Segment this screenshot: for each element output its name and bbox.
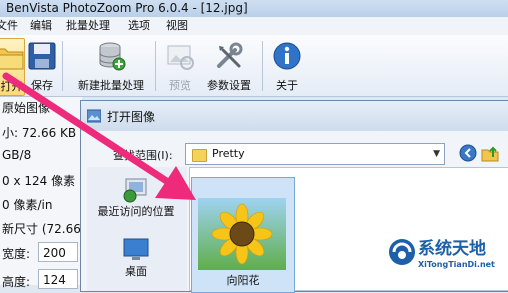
menu-view[interactable]: 视图 bbox=[166, 17, 188, 35]
open-label: 打开 bbox=[0, 80, 23, 93]
image-info-panel: 原始图像 小: 72.66 KB GB/8 0 x 124 像素 0 像素/in… bbox=[0, 97, 82, 289]
save-button[interactable]: 保存 bbox=[26, 38, 58, 94]
original-image-heading: 原始图像 bbox=[2, 101, 51, 115]
places-bar: 最近访问的位置 桌面 bbox=[87, 167, 187, 291]
place-recent[interactable]: 最近访问的位置 bbox=[87, 175, 185, 219]
desktop-label: 桌面 bbox=[125, 265, 147, 278]
place-desktop[interactable]: 桌面 bbox=[87, 237, 185, 279]
window-titlebar: BenVista PhotoZoom Pro 6.0.4 - [12.jpg] bbox=[0, 0, 508, 17]
folder-icon bbox=[192, 149, 207, 162]
recent-places-label: 最近访问的位置 bbox=[97, 205, 175, 218]
info-icon bbox=[273, 42, 301, 70]
tools-icon bbox=[217, 42, 243, 68]
preview-image-icon bbox=[167, 45, 194, 70]
menu-file[interactable]: 文件 bbox=[0, 17, 18, 35]
toolbar-separator bbox=[262, 41, 263, 91]
width-input[interactable]: 200 bbox=[38, 242, 78, 262]
color-mode: GB/8 bbox=[2, 148, 32, 162]
dialog-title: 打开图像 bbox=[107, 110, 156, 124]
open-folder-icon bbox=[0, 48, 24, 70]
window-title: BenVista PhotoZoom Pro 6.0.4 - [12.jpg] bbox=[6, 1, 248, 15]
menu-batch[interactable]: 批量处理 bbox=[66, 17, 110, 35]
database-icon bbox=[99, 42, 126, 71]
toolbar-separator bbox=[155, 41, 156, 91]
sunflower-thumbnail bbox=[198, 198, 286, 270]
chevron-down-icon: ▼ bbox=[433, 149, 440, 159]
back-arrow-icon[interactable] bbox=[459, 144, 477, 162]
settings-label: 参数设置 bbox=[207, 79, 251, 92]
preview-label: 预览 bbox=[169, 79, 191, 92]
recent-places-icon bbox=[123, 178, 147, 203]
desktop-icon bbox=[123, 238, 149, 260]
app-icon bbox=[87, 109, 101, 123]
watermark: 系统天地 XiTongTianDi.net bbox=[388, 232, 508, 285]
look-in-value: Pretty bbox=[212, 147, 245, 160]
save-label: 保存 bbox=[31, 79, 53, 92]
about-button[interactable]: 关于 bbox=[270, 38, 304, 94]
watermark-name: 系统天地 bbox=[418, 239, 486, 259]
about-label: 关于 bbox=[276, 79, 298, 92]
toolbar-separator bbox=[62, 41, 63, 91]
preview-button[interactable]: 预览 bbox=[160, 38, 200, 94]
new-size-heading: 新尺寸 (72.66 bbox=[2, 222, 81, 236]
watermark-url: XiTongTianDi.net bbox=[418, 260, 495, 269]
height-input[interactable]: 124 bbox=[38, 269, 78, 289]
open-button[interactable]: 打开 bbox=[0, 38, 25, 96]
file-name: 向阳花 bbox=[226, 274, 260, 287]
up-folder-icon[interactable] bbox=[481, 144, 499, 162]
look-in-dropdown[interactable]: Pretty ▼ bbox=[185, 143, 445, 165]
width-label: 宽度: bbox=[2, 247, 31, 261]
settings-button[interactable]: 参数设置 bbox=[202, 38, 256, 94]
file-item-selected[interactable]: 向阳花 bbox=[191, 177, 295, 293]
menu-options[interactable]: 选项 bbox=[128, 17, 150, 35]
dialog-titlebar: 打开图像 bbox=[81, 101, 508, 131]
file-size: 小: 72.66 KB bbox=[2, 126, 77, 140]
menu-bar: 文件 编辑 批量处理 选项 视图 bbox=[0, 17, 508, 36]
look-in-label: 查找范围(I): bbox=[113, 149, 173, 162]
new-batch-button[interactable]: 新建批量处理 bbox=[70, 38, 152, 94]
watermark-logo-icon bbox=[389, 239, 415, 265]
height-label: 高度: bbox=[2, 275, 31, 289]
new-batch-label: 新建批量处理 bbox=[78, 79, 144, 92]
pixel-dimensions: 0 x 124 像素 bbox=[2, 174, 76, 188]
menu-edit[interactable]: 编辑 bbox=[30, 17, 52, 35]
floppy-disk-icon bbox=[28, 42, 56, 70]
resolution: 0 像素/in bbox=[2, 198, 53, 212]
